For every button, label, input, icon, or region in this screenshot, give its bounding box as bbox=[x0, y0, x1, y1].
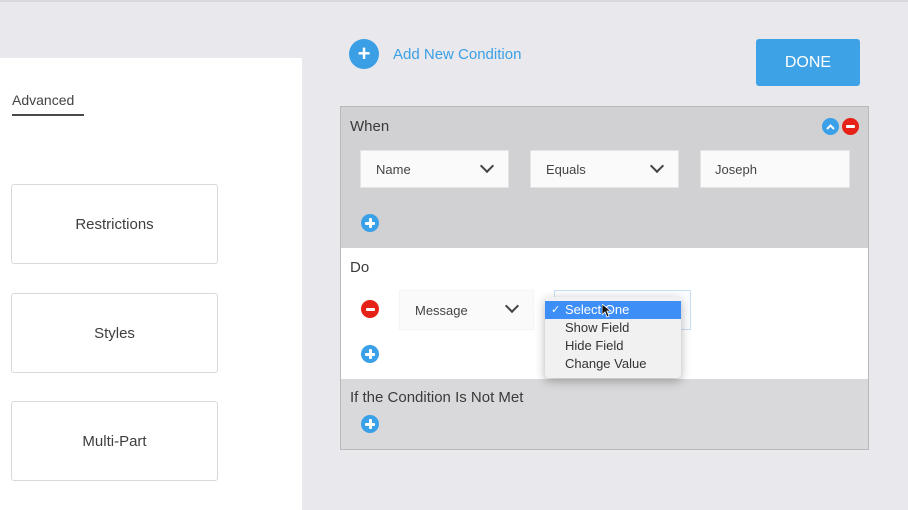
value-input[interactable] bbox=[700, 150, 850, 188]
not-met-title: If the Condition Is Not Met bbox=[350, 389, 524, 406]
condition-box: When Name Equals Do Message bbox=[340, 106, 869, 450]
field-select[interactable]: Name bbox=[360, 150, 509, 188]
condition-controls bbox=[822, 118, 859, 135]
mouse-cursor-icon bbox=[602, 304, 612, 318]
option-show-field[interactable]: Show Field bbox=[545, 319, 681, 337]
option-select-one[interactable]: ✓ Select One bbox=[545, 301, 681, 319]
add-action-icon[interactable] bbox=[361, 345, 379, 363]
chevron-down-icon bbox=[649, 158, 665, 174]
action-dropdown-menu: ✓ Select One Show Field Hide Field Chang… bbox=[545, 297, 681, 378]
add-new-condition-button[interactable]: + Add New Condition bbox=[349, 39, 521, 69]
do-title: Do bbox=[350, 259, 370, 276]
remove-condition-icon[interactable] bbox=[842, 118, 859, 135]
remove-action-icon[interactable] bbox=[361, 300, 379, 318]
when-title: When bbox=[350, 118, 390, 135]
when-section: When Name Equals bbox=[341, 107, 868, 248]
styles-card[interactable]: Styles bbox=[11, 293, 218, 373]
action-type-value: Message bbox=[415, 302, 468, 318]
not-met-section: If the Condition Is Not Met bbox=[341, 379, 868, 449]
top-divider bbox=[0, 0, 908, 2]
collapse-up-icon[interactable] bbox=[822, 118, 839, 135]
do-section: Do Message ✓ Select One Show Field Hide … bbox=[341, 248, 868, 379]
add-new-condition-label: Add New Condition bbox=[393, 45, 522, 63]
add-else-action-icon[interactable] bbox=[361, 415, 379, 433]
check-icon: ✓ bbox=[551, 304, 561, 316]
tab-advanced[interactable]: Advanced bbox=[12, 92, 84, 116]
done-button[interactable]: DONE bbox=[756, 39, 860, 86]
field-select-value: Name bbox=[376, 161, 411, 177]
restrictions-card[interactable]: Restrictions bbox=[11, 184, 218, 264]
plus-circle-icon: + bbox=[349, 39, 379, 69]
operator-select-value: Equals bbox=[546, 161, 586, 177]
option-hide-field[interactable]: Hide Field bbox=[545, 337, 681, 355]
multi-part-card[interactable]: Multi-Part bbox=[11, 401, 218, 481]
chevron-down-icon bbox=[504, 298, 520, 314]
option-change-value[interactable]: Change Value bbox=[545, 355, 681, 373]
operator-select[interactable]: Equals bbox=[530, 150, 679, 188]
add-when-rule-icon[interactable] bbox=[361, 214, 379, 232]
chevron-down-icon bbox=[479, 158, 495, 174]
action-type-select[interactable]: Message bbox=[399, 290, 534, 330]
